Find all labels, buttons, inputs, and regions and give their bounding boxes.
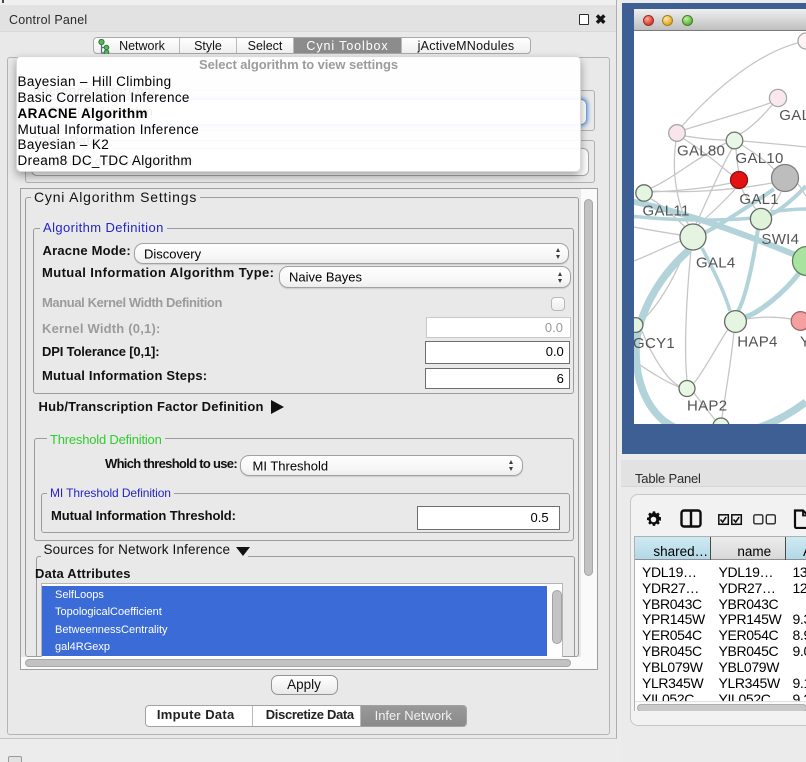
svg-text:GCY1: GCY1 [634, 335, 675, 352]
svg-text:GAL11: GAL11 [643, 203, 690, 220]
svg-text:HAP4: HAP4 [737, 334, 777, 351]
svg-text:GAL7: GAL7 [779, 107, 806, 124]
svg-text:GAL1: GAL1 [739, 191, 779, 208]
svg-text:HAP2: HAP2 [687, 398, 727, 415]
svg-text:GAL10: GAL10 [736, 150, 784, 167]
svg-text:GAL4: GAL4 [696, 255, 736, 272]
svg-text:GAL80: GAL80 [677, 143, 725, 160]
svg-text:YM: YM [800, 334, 806, 351]
svg-text:SWI4: SWI4 [761, 231, 799, 248]
